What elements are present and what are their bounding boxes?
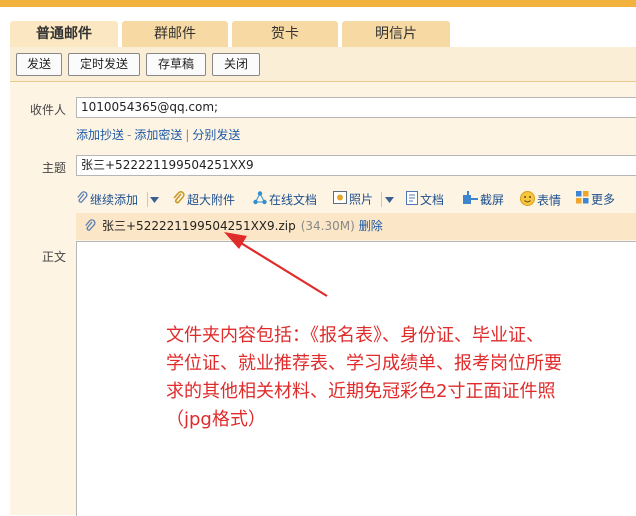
annotation-text: 文件夹内容包括：《报名表》、身份证、毕业证、 学位证、就业推荐表、学习成绩单、报… — [166, 325, 562, 430]
red-arrow-annotation — [224, 232, 328, 297]
